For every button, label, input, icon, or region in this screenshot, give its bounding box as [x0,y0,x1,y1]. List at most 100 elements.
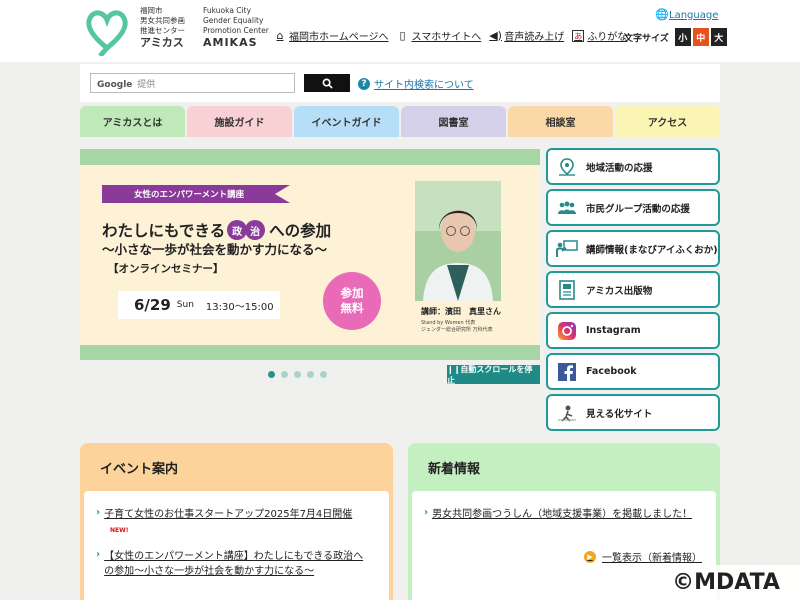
nav-item-facility[interactable]: 施設ガイド [187,106,292,137]
speaker-photo [415,181,501,301]
side-item-label: Facebook [586,366,637,377]
search-input[interactable]: Google 提供 [90,73,295,93]
watermark: ©MDATA [652,565,800,600]
new-badge: NEW! [110,527,129,534]
speaker-affiliation: Stand by Women 代表 ジェンダー総合研究所 万科代表 [421,320,493,334]
nav-item-library[interactable]: 図書室 [401,106,506,137]
logo-en-name: AMIKAS [203,36,258,49]
search-help-label: サイト内検索について [374,80,474,91]
publication-icon [556,279,578,301]
side-item-lecturer[interactable]: 講師情報(まなびアイふくおか) [546,230,720,267]
event-item-text: 子育て女性のお仕事スタートアップ2025年7月4日開催 [104,509,353,520]
arrow-right-icon: ▶ [584,550,596,563]
logo-jp-line: 福岡市 [140,6,163,15]
events-panel: イベント案内 › 子育て女性のお仕事スタートアップ2025年7月4日開催 NEW… [80,443,393,600]
globe-icon: 🌐 [655,8,669,21]
link-label: 音声読み上げ [504,32,565,43]
slider-dot[interactable] [294,371,301,378]
slider-dot[interactable] [268,371,275,378]
side-item-citizen-group[interactable]: 市民グループ活動の応援 [546,189,720,226]
events-title: イベント案内 [100,462,179,477]
slider-dot[interactable] [320,371,327,378]
news-title: 新着情報 [428,462,481,477]
slide-ribbon: 女性のエンパワーメント講座 [102,185,290,203]
furigana-link[interactable]: あ ふりがな [572,28,627,43]
event-item-text: 【女性のエンパワーメント講座】わたしにもできる政治への参加～小さな一歩が社会を動… [104,551,364,577]
chevron-right-icon: › [96,549,101,560]
side-item-community[interactable]: 地域活動の応援 [546,148,720,185]
side-item-label: 見える化サイト [586,408,653,420]
search-help-link[interactable]: ? サイト内検索について [358,76,474,91]
speaker-aff-line: ジェンダー総合研究所 万科代表 [421,327,493,333]
amikas-logo-icon[interactable] [82,4,132,56]
link-label: スマホサイトへ [411,32,482,43]
side-menu: 地域活動の応援 市民グループ活動の応援 講師情報(まなびアイふくおか) アミカス… [546,148,720,435]
hero-slider[interactable]: 女性のエンパワーメント講座 わたしにもできる 政 治 への参加 ～小さな一歩が社… [80,149,540,360]
logo-en-line: Gender Equality [203,16,264,25]
nav-item-about[interactable]: アミカスとは [80,106,185,137]
slide-title-circle: 政 [227,220,248,240]
side-item-label: アミカス出版物 [586,285,653,297]
logo-en-line: Promotion Center [203,26,269,35]
slide-title-circle: 治 [245,220,266,240]
facebook-icon [556,361,578,383]
speaker-portrait-icon [415,181,501,301]
smartphone-site-link[interactable]: ▯ スマホサイトへ [397,28,482,43]
search-placeholder: 提供 [137,80,156,90]
slide-title-part: わたしにもできる [102,222,226,240]
link-label: 福岡市ホームページへ [289,32,389,43]
google-brand: Google [97,80,133,90]
map-pin-icon [556,156,578,178]
logo-jp-text: 福岡市 男女共同参画 推進センター アミカス [140,6,185,48]
side-item-visualization[interactable]: 見える化サイト [546,394,720,431]
text-size-small-button[interactable]: 小 [674,28,691,46]
side-item-publications[interactable]: アミカス出版物 [546,271,720,308]
chevron-right-icon: › [424,507,429,518]
logo-jp-line: 男女共同参画 [140,16,185,25]
logo-en-text: Fukuoka City Gender Equality Promotion C… [203,6,269,48]
slide-time: 13:30～15:00 [205,301,274,313]
slide-banner[interactable]: 女性のエンパワーメント講座 わたしにもできる 政 治 への参加 ～小さな一歩が社… [80,165,540,345]
slider-dot[interactable] [281,371,288,378]
text-size-medium-button[interactable]: 中 [692,28,709,46]
nav-item-events[interactable]: イベントガイド [294,106,399,137]
site-header: 福岡市 男女共同参画 推進センター アミカス Fukuoka City Gend… [0,0,800,62]
slide-datebox: 6/29 Sun 13:30～15:00 [118,291,280,319]
question-icon: ? [358,77,370,90]
slide-title-part: への参加 [269,222,332,240]
main-nav: アミカスとは 施設ガイド イベントガイド 図書室 相談室 アクセス [80,106,720,137]
news-more-label: 一覧表示（新着情報） [602,553,702,564]
text-size-control: 文字サイズ 小 中 大 [624,28,727,46]
free-badge-line: 無料 [340,301,364,315]
language-link[interactable]: 🌐 Language [655,9,718,21]
side-item-facebook[interactable]: Facebook [546,353,720,390]
search-bar: Google 提供 ? サイト内検索について [80,64,720,102]
side-item-instagram[interactable]: Instagram [546,312,720,349]
group-icon [556,197,578,219]
nav-item-consultation[interactable]: 相談室 [508,106,613,137]
stop-autoscroll-button[interactable]: ❙❙自動スクロールを停止 [447,365,540,385]
side-item-label: 市民グループ活動の応援 [586,203,690,215]
chevron-right-icon: › [96,507,101,518]
text-size-large-button[interactable]: 大 [710,28,727,46]
furigana-icon: あ [572,29,585,42]
instagram-icon [556,320,578,342]
side-item-label: 講師情報(まなびアイふくおか) [586,244,718,256]
logo-en-line: Fukuoka City [203,6,252,15]
home-icon: ⌂ [276,28,284,42]
nav-item-access[interactable]: アクセス [615,106,720,137]
search-button[interactable] [304,74,350,92]
events-list: › 子育て女性のお仕事スタートアップ2025年7月4日開催 NEW! › 【女性… [84,491,389,600]
header-links: ⌂ 福岡市ホームページへ ▯ スマホサイトへ ◀) 音声読み上げ あ ふりがな [274,28,628,43]
slide-title: わたしにもできる 政 治 への参加 [102,219,331,241]
slider-dot[interactable] [307,371,314,378]
lecturer-icon [556,238,578,260]
news-item[interactable]: › 男女共同参画つうしん（地域支援事業）を掲載しました！ [424,507,692,522]
city-homepage-link[interactable]: ⌂ 福岡市ホームページへ [274,28,389,43]
logo-jp-line: 推進センター [140,26,185,35]
read-aloud-link[interactable]: ◀) 音声読み上げ [489,28,564,43]
news-more-link[interactable]: ▶ 一覧表示（新着情報） [584,549,702,564]
speaker-icon: ◀) [489,28,502,42]
event-item[interactable]: › 子育て女性のお仕事スタートアップ2025年7月4日開催 [96,507,352,522]
event-item[interactable]: › 【女性のエンパワーメント講座】わたしにもできる政治への参加～小さな一歩が社会… [96,549,366,579]
